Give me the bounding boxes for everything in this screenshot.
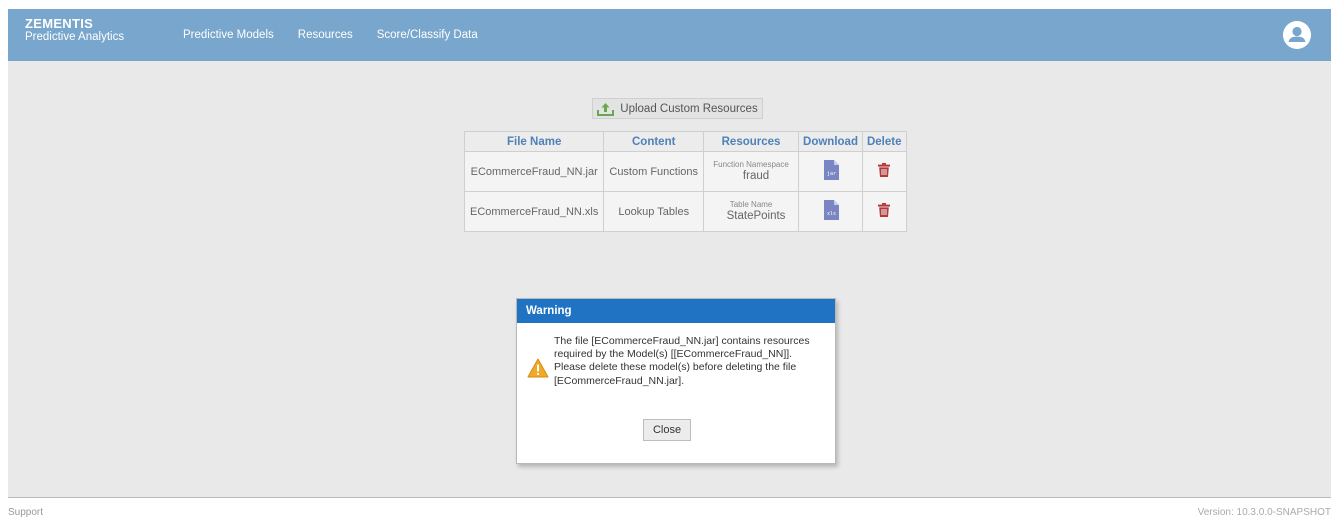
resource-label: Table Name: [729, 200, 773, 209]
brand-title: ZEMENTIS: [25, 16, 94, 31]
trash-icon[interactable]: [878, 203, 891, 220]
delete-cell: [861, 191, 907, 232]
warning-icon: [527, 358, 549, 383]
user-avatar-icon[interactable]: [1283, 21, 1311, 49]
col-content[interactable]: Content: [603, 131, 705, 152]
nav-predictive-models[interactable]: Predictive Models: [183, 29, 274, 41]
file-type-text: jar: [826, 171, 835, 177]
file-name-cell: ECommerceFraud_NN.jar: [463, 151, 605, 192]
table-row: ECommerceFraud_NN.xls Lookup Tables Tabl…: [463, 191, 907, 232]
resource-value: StatePoints: [726, 210, 786, 222]
download-cell: xls: [798, 191, 863, 232]
file-name-cell: ECommerceFraud_NN.xls: [463, 191, 605, 232]
brand-logo[interactable]: ZEMENTIS Predictive Analytics: [25, 17, 124, 44]
main-nav: Predictive Models Resources Score/Classi…: [183, 9, 502, 61]
support-link[interactable]: Support: [8, 507, 43, 518]
col-file-name[interactable]: File Name: [463, 131, 605, 152]
nav-score-classify-data[interactable]: Score/Classify Data: [377, 29, 478, 41]
file-type-text: xls: [826, 211, 835, 217]
brand-subtitle: Predictive Analytics: [25, 31, 125, 43]
col-delete: Delete: [861, 131, 907, 152]
resources-cell: Function Namespace fraud: [703, 151, 800, 192]
content-cell: Lookup Tables: [603, 191, 705, 232]
upload-icon: [597, 102, 615, 116]
close-button[interactable]: Close: [643, 419, 691, 441]
trash-icon[interactable]: [878, 163, 891, 180]
footer-divider: [8, 497, 1331, 498]
resource-label: Function Namespace: [713, 160, 789, 169]
app-frame: ZEMENTIS Predictive Analytics Predictive…: [8, 9, 1331, 497]
col-resources[interactable]: Resources: [703, 131, 800, 152]
file-download-icon[interactable]: jar: [823, 160, 839, 183]
upload-custom-resources-button[interactable]: Upload Custom Resources: [592, 98, 763, 119]
table-header-row: File Name Content Resources Download Del…: [463, 131, 907, 152]
dialog-title[interactable]: Warning: [517, 299, 835, 323]
content-cell: Custom Functions: [603, 151, 705, 192]
table-row: ECommerceFraud_NN.jar Custom Functions F…: [463, 151, 907, 192]
upload-button-label: Upload Custom Resources: [620, 102, 758, 115]
version-text: Version: 10.3.0.0-SNAPSHOT: [1197, 507, 1331, 518]
download-cell: jar: [798, 151, 863, 192]
resources-table: File Name Content Resources Download Del…: [463, 131, 907, 232]
resources-cell: Table Name StatePoints: [703, 191, 800, 232]
col-download: Download: [798, 131, 863, 152]
delete-cell: [861, 151, 907, 192]
dialog-message: The file [ECommerceFraud_NN.jar] contain…: [554, 335, 810, 387]
top-header: ZEMENTIS Predictive Analytics Predictive…: [8, 9, 1331, 61]
nav-resources[interactable]: Resources: [298, 29, 353, 41]
resource-value: fraud: [742, 170, 770, 182]
file-download-icon[interactable]: xls: [823, 200, 839, 223]
warning-dialog: Warning The file [ECommerceFraud_NN.jar]…: [516, 298, 836, 464]
